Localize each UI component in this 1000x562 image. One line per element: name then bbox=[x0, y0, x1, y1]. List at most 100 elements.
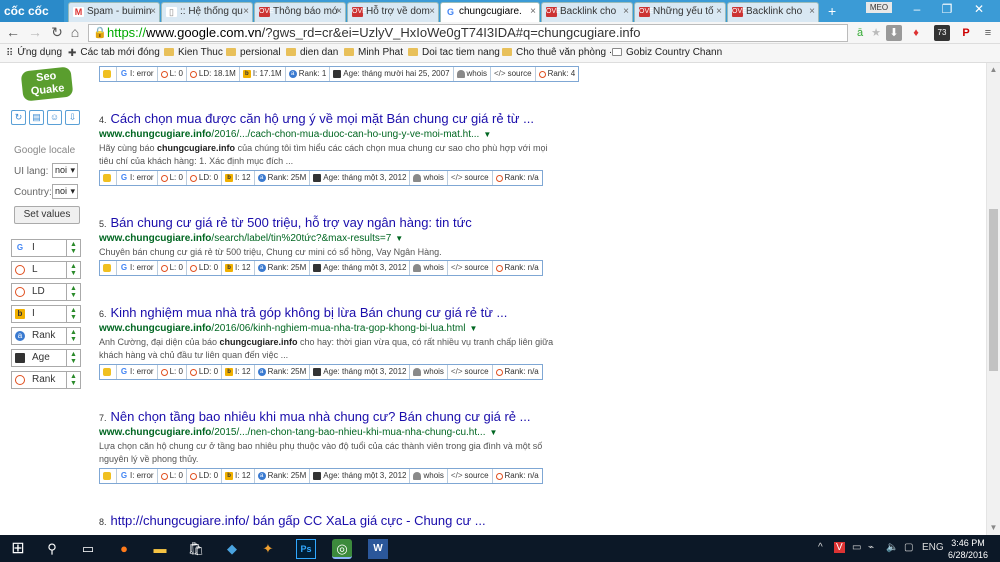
forward-icon[interactable]: → bbox=[26, 24, 44, 40]
pinterest-icon[interactable]: P bbox=[958, 25, 974, 41]
result-title[interactable]: 7. Nên chọn tầng bao nhiêu khi mua nhà ch… bbox=[99, 409, 559, 424]
bar-google-index[interactable]: G I: error bbox=[117, 469, 158, 483]
caret-down-icon[interactable]: ▼ bbox=[489, 428, 497, 437]
page-scrollbar[interactable]: ▲ ▼ bbox=[986, 63, 1000, 535]
bar-whois[interactable]: whois bbox=[410, 171, 448, 185]
bar-whois[interactable]: whois bbox=[410, 261, 448, 275]
scroll-up-icon[interactable]: ▲ bbox=[987, 63, 1000, 77]
result-title-text[interactable]: Kinh nghiệm mua nhà trả góp không bị lừa… bbox=[111, 305, 508, 320]
window-close-icon[interactable]: ✕ bbox=[968, 2, 990, 16]
tab-backlink-2[interactable]: OVE Backlink cho × bbox=[727, 2, 819, 22]
new-tab-icon[interactable]: + bbox=[828, 2, 836, 20]
bar-source[interactable]: </> source bbox=[448, 365, 493, 379]
ui-lang-select[interactable]: noi bbox=[52, 163, 78, 178]
bar-link-domains[interactable]: LD: 0 bbox=[187, 171, 223, 185]
tray-expand-icon[interactable]: ^ bbox=[818, 542, 823, 553]
bookmark-apps[interactable]: ⠿ Ứng dụng bbox=[6, 44, 62, 62]
bar-settings[interactable] bbox=[100, 469, 117, 483]
bar-rank-2[interactable]: Rank: n/a bbox=[493, 171, 542, 185]
location-pin-icon[interactable]: ♦ bbox=[908, 25, 924, 41]
minimize-icon[interactable]: – bbox=[906, 2, 928, 16]
close-icon[interactable]: × bbox=[429, 3, 435, 21]
bar-bing-index[interactable]: b I: 12 bbox=[222, 365, 255, 379]
sort-arrows-icon[interactable]: ▲ ▼ bbox=[66, 328, 80, 344]
windows-start-icon[interactable]: ⊞ bbox=[8, 539, 28, 559]
caret-down-icon[interactable]: ▼ bbox=[483, 130, 491, 139]
profile-badge[interactable]: MEO bbox=[866, 2, 892, 13]
download-icon[interactable]: ⬇ bbox=[886, 25, 902, 41]
result-title-text[interactable]: Cách chọn mua được căn hộ ưng ý về mọi m… bbox=[111, 111, 534, 126]
sort-arrows-icon[interactable]: ▲ ▼ bbox=[66, 240, 80, 256]
bar-rank-2[interactable]: Rank: 4 bbox=[536, 67, 579, 81]
bar-google-index[interactable]: G I: error bbox=[117, 365, 158, 379]
bookmark-persional[interactable]: persional bbox=[226, 44, 281, 62]
bar-settings[interactable] bbox=[100, 365, 117, 379]
result-title[interactable]: 8. http://chungcugiare.info/ bán gấp CC X… bbox=[99, 513, 559, 528]
firefox-icon[interactable]: ● bbox=[114, 539, 134, 559]
bar-whois[interactable]: whois bbox=[410, 365, 448, 379]
bar-rank-2[interactable]: Rank: n/a bbox=[493, 261, 542, 275]
browser-brand[interactable]: cốc cốc bbox=[0, 0, 64, 22]
scrollbar-thumb[interactable] bbox=[989, 209, 998, 371]
param-link-domains[interactable]: LD ▲ ▼ bbox=[11, 283, 81, 301]
cat-app-icon[interactable]: ✦ bbox=[258, 539, 278, 559]
bookmark-gobiz[interactable]: Gobiz Country Chann bbox=[612, 44, 722, 62]
tab-spam[interactable]: M Spam - buimin × bbox=[68, 2, 160, 22]
battery-icon[interactable]: ▭ bbox=[852, 542, 861, 553]
coccoc-browser-icon[interactable]: ◎ bbox=[332, 539, 352, 559]
bar-google-index[interactable]: G I: error bbox=[117, 171, 158, 185]
extension-badge[interactable]: 73 bbox=[934, 25, 950, 41]
result-title-text[interactable]: Nên chọn tầng bao nhiêu khi mua nhà chun… bbox=[111, 409, 531, 424]
user-icon[interactable]: ☺ bbox=[47, 110, 62, 125]
app-icon[interactable]: ◆ bbox=[222, 539, 242, 559]
bar-settings[interactable] bbox=[100, 67, 117, 81]
tab-thong-bao[interactable]: OVE Thông báo mớ × bbox=[254, 2, 346, 22]
bar-google-index[interactable]: G I: error bbox=[117, 261, 158, 275]
bookmark-kien-thuc[interactable]: Kien Thuc bbox=[164, 44, 223, 62]
bar-age[interactable]: Age: tháng một 3, 2012 bbox=[310, 261, 411, 275]
bar-links[interactable]: L: 0 bbox=[158, 469, 187, 483]
language-indicator[interactable]: ENG bbox=[922, 542, 944, 553]
translate-icon[interactable]: ā bbox=[852, 25, 868, 41]
bar-settings[interactable] bbox=[100, 171, 117, 185]
search-icon[interactable]: ⚲ bbox=[42, 539, 62, 559]
close-icon[interactable]: × bbox=[336, 3, 342, 21]
bar-age[interactable]: Age: tháng một 3, 2012 bbox=[310, 469, 411, 483]
bar-links[interactable]: L: 0 bbox=[158, 171, 187, 185]
bar-rank[interactable]: a Rank: 1 bbox=[286, 67, 331, 81]
param-google-index[interactable]: G I ▲ ▼ bbox=[11, 239, 81, 257]
reload-icon[interactable]: ↻ bbox=[48, 24, 66, 41]
close-icon[interactable]: × bbox=[243, 3, 249, 21]
tab-chungcugiare[interactable]: Gchungcugiare. × bbox=[440, 2, 540, 22]
restore-icon[interactable]: ❐ bbox=[936, 2, 958, 16]
page-info-icon[interactable]: ▤ bbox=[29, 110, 44, 125]
bar-bing-index[interactable]: b I: 12 bbox=[222, 171, 255, 185]
bookmark-recent-tabs[interactable]: ✚ Các tab mới đóng bbox=[68, 44, 160, 62]
star-icon[interactable]: ★ bbox=[868, 25, 884, 41]
notification-icon[interactable]: ▢ bbox=[904, 542, 913, 553]
bar-links[interactable]: L: 0 bbox=[158, 67, 187, 81]
file-explorer-icon[interactable]: ▬ bbox=[150, 539, 170, 559]
param-links[interactable]: L ▲ ▼ bbox=[11, 261, 81, 279]
sort-arrows-icon[interactable]: ▲ ▼ bbox=[66, 284, 80, 300]
sort-arrows-icon[interactable]: ▲ ▼ bbox=[66, 372, 80, 388]
bar-age[interactable]: Age: tháng mười hai 25, 2007 bbox=[330, 67, 454, 81]
task-view-icon[interactable]: ▭ bbox=[78, 539, 98, 559]
tab-nhung-yeu-to[interactable]: OVE Những yếu tố × bbox=[634, 2, 726, 22]
bar-google-index[interactable]: G I: error bbox=[117, 67, 158, 81]
sort-arrows-icon[interactable]: ▲ ▼ bbox=[66, 262, 80, 278]
bar-links[interactable]: L: 0 bbox=[158, 365, 187, 379]
bar-source[interactable]: </> source bbox=[448, 261, 493, 275]
bar-rank[interactable]: a Rank: 25M bbox=[255, 469, 311, 483]
result-title[interactable]: 6. Kinh nghiệm mua nhà trả góp không bị l… bbox=[99, 305, 559, 320]
address-bar[interactable]: 🔒 https://www.google.com.vn/?gws_rd=cr&ei… bbox=[88, 24, 848, 42]
tab-backlink-1[interactable]: OVE Backlink cho × bbox=[541, 2, 633, 22]
param-age[interactable]: Age ▲ ▼ bbox=[11, 349, 81, 367]
bar-rank[interactable]: a Rank: 25M bbox=[255, 171, 311, 185]
volume-icon[interactable]: 🔈 bbox=[886, 542, 898, 553]
tab-he-thong[interactable]: ▯:: Hệ thống qu × bbox=[161, 2, 253, 22]
tab-ho-tro[interactable]: OVE Hỗ trợ về dom × bbox=[347, 2, 439, 22]
param-rank[interactable]: a Rank ▲ ▼ bbox=[11, 327, 81, 345]
country-select[interactable]: noi bbox=[52, 184, 78, 199]
close-icon[interactable]: × bbox=[150, 3, 156, 21]
